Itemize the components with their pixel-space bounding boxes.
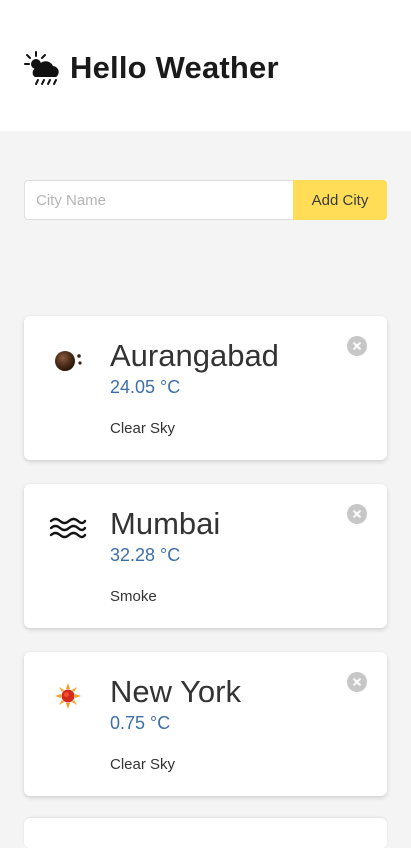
add-city-button[interactable]: Add City	[293, 180, 387, 220]
page-title: Hello Weather	[70, 50, 279, 85]
city-card-mumbai: Mumbai 32.28 °C Smoke	[24, 484, 387, 628]
app-header: Hello Weather	[0, 0, 411, 131]
add-city-form: Add City	[24, 180, 387, 220]
cloud-rain-sun-icon	[24, 51, 59, 85]
city-name-input[interactable]	[24, 180, 293, 220]
city-temperature: 0.75 °C	[110, 713, 171, 733]
weather-description: Clear Sky	[110, 756, 176, 773]
fog-icon	[48, 510, 88, 546]
delete-city-button[interactable]	[347, 672, 367, 692]
city-card-new-york: New York 0.75 °C Clear Sky	[24, 652, 387, 796]
moon-icon	[48, 342, 88, 378]
delete-city-button[interactable]	[347, 504, 367, 524]
delete-city-button[interactable]	[347, 336, 367, 356]
weather-description: Clear Sky	[110, 420, 176, 437]
city-card-aurangabad: Aurangabad 24.05 °C Clear Sky	[24, 316, 387, 460]
city-name: Mumbai	[110, 506, 221, 541]
weather-description: Smoke	[110, 588, 157, 605]
city-name: New York	[110, 674, 241, 709]
city-temperature: 24.05 °C	[110, 377, 181, 397]
city-name: Aurangabad	[110, 338, 279, 373]
sun-icon	[48, 678, 88, 714]
city-temperature: 32.28 °C	[110, 545, 181, 565]
